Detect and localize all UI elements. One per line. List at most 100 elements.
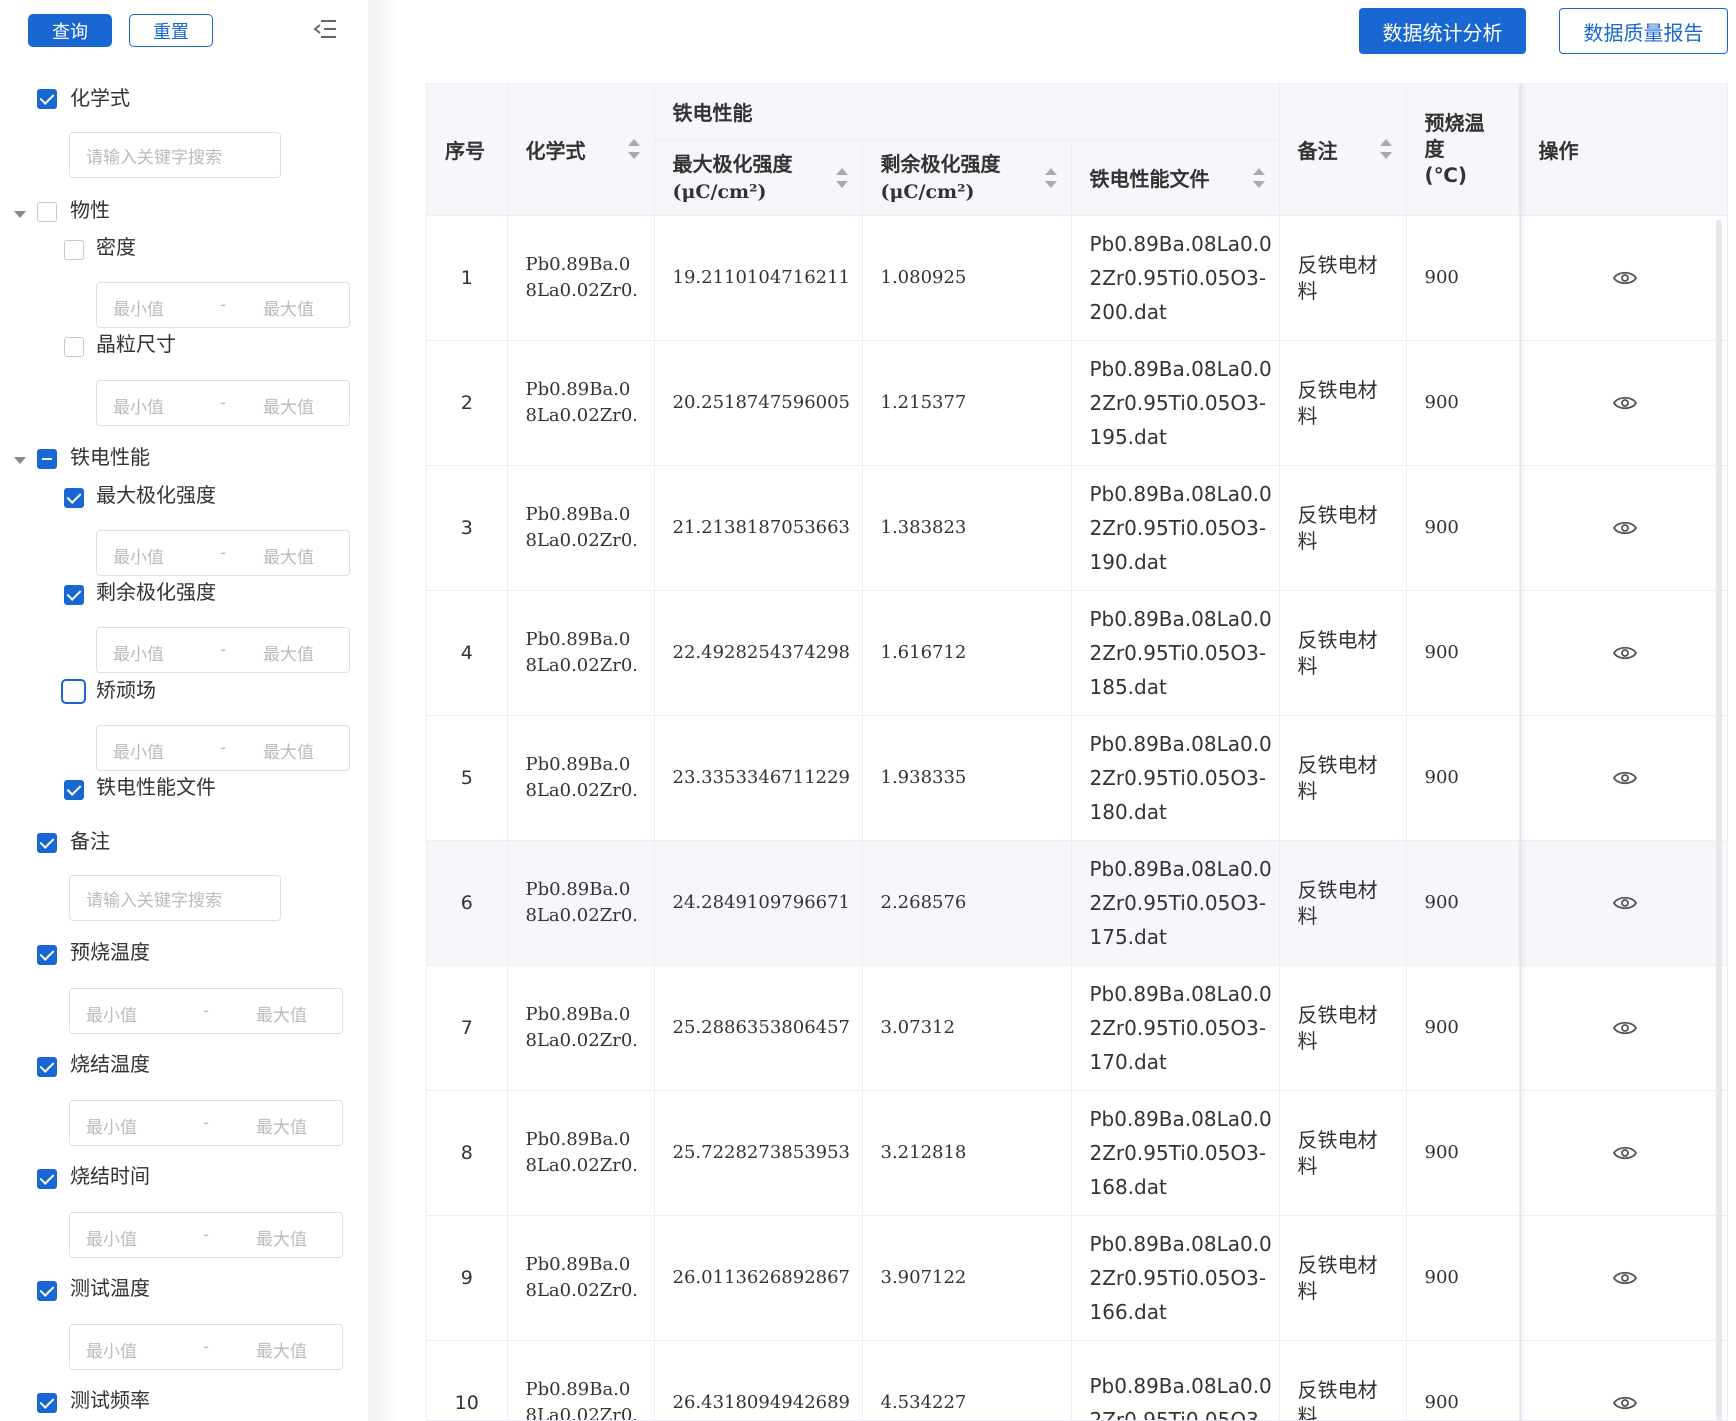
sort-icon[interactable] (1252, 166, 1265, 190)
max-pol-max[interactable]: 最大值 (263, 543, 314, 568)
density-checkbox[interactable] (64, 240, 84, 260)
eye-icon[interactable] (1612, 270, 1637, 286)
test-temp-max[interactable]: 最大值 (256, 1337, 307, 1362)
physical-checkbox[interactable] (37, 202, 57, 222)
ferro-checkbox[interactable] (37, 449, 57, 469)
cell-rem-pol: 1.616712 (862, 590, 1072, 716)
presinter-temp-range-input[interactable]: 最小值 - 最大值 (69, 988, 343, 1034)
table-row[interactable]: 7 Pb0.89Ba.0 8La0.02Zr0. 25.2886353806457 3.… (427, 965, 1727, 1091)
sinter-time-checkbox[interactable] (37, 1169, 57, 1189)
cell-action (1520, 340, 1727, 466)
test-temp-min[interactable]: 最小值 (86, 1337, 137, 1362)
eye-icon[interactable] (1612, 1020, 1637, 1036)
table-row[interactable]: 9 Pb0.89Ba.0 8La0.02Zr0. 26.0113626892867 3.… (427, 1215, 1727, 1341)
col-header-max-pol-unit: (μC/cm²) (672, 180, 767, 203)
sinter-time-min[interactable]: 最小值 (86, 1225, 137, 1250)
sort-icon[interactable] (835, 166, 848, 190)
cell-note-line: 料 (1297, 1028, 1318, 1053)
sinter-time-max[interactable]: 最大值 (256, 1225, 307, 1250)
sinter-temp-min[interactable]: 最小值 (86, 1113, 137, 1138)
density-range-input[interactable]: 最小值 - 最大值 (96, 282, 350, 328)
eye-icon[interactable] (1612, 1145, 1637, 1161)
ferro-label: 铁电性能 (70, 445, 150, 469)
grain-size-range-input[interactable]: 最小值 - 最大值 (96, 380, 350, 426)
table-row[interactable]: 4 Pb0.89Ba.0 8La0.02Zr0. 22.4928254374298 1.… (427, 590, 1727, 716)
query-button[interactable]: 查询 (28, 14, 112, 47)
sinter-time-sep: - (203, 1225, 210, 1245)
sinter-temp-max[interactable]: 最大值 (256, 1113, 307, 1138)
col-header-rem-pol[interactable]: 剩余极化强度 (μC/cm²) (862, 140, 1072, 216)
presinter-temp-max[interactable]: 最大值 (256, 1001, 307, 1026)
cell-note-line: 反铁电材 (1297, 502, 1378, 527)
grain-size-checkbox[interactable] (64, 337, 84, 357)
sort-icon[interactable] (627, 137, 640, 161)
table-row[interactable]: 2 Pb0.89Ba.0 8La0.02Zr0. 20.2518747596005 1.… (427, 340, 1727, 466)
max-pol-checkbox[interactable] (64, 488, 84, 508)
eye-icon[interactable] (1612, 645, 1637, 661)
rem-pol-checkbox[interactable] (64, 585, 84, 605)
eye-icon[interactable] (1612, 895, 1637, 911)
quality-report-button[interactable]: 数据质量报告 (1559, 8, 1728, 54)
stats-analysis-button[interactable]: 数据统计分析 (1359, 8, 1526, 54)
table-row[interactable]: 10 Pb0.89Ba.0 8La0.02Zr0. 26.4318094942689 4… (427, 1340, 1727, 1420)
col-header-formula[interactable]: 化学式 (507, 84, 655, 216)
col-header-ferro-file[interactable]: 铁电性能文件 (1071, 140, 1280, 216)
cell-formula: Pb0.89Ba.0 8La0.02Zr0. (507, 465, 655, 591)
grain-size-max[interactable]: 最大值 (263, 393, 314, 418)
coercive-checkbox[interactable] (61, 679, 86, 704)
max-pol-range-input[interactable]: 最小值 - 最大值 (96, 530, 350, 576)
ferro-expand-icon[interactable] (14, 457, 26, 464)
max-pol-min[interactable]: 最小值 (113, 543, 164, 568)
eye-icon[interactable] (1612, 520, 1637, 536)
cell-note-line: 反铁电材 (1297, 1127, 1378, 1152)
eye-icon[interactable] (1612, 770, 1637, 786)
collapse-left-icon[interactable] (312, 16, 338, 42)
test-freq-checkbox[interactable] (37, 1393, 57, 1413)
rem-pol-max[interactable]: 最大值 (263, 640, 314, 665)
cell-max-pol: 26.0113626892867 (654, 1215, 863, 1341)
ferro-file-checkbox[interactable] (64, 780, 84, 800)
sort-icon[interactable] (1379, 137, 1392, 161)
test-temp-range-input[interactable]: 最小值 - 最大值 (69, 1324, 343, 1370)
sort-icon[interactable] (1044, 166, 1057, 190)
cell-max-pol: 24.2849109796671 (654, 840, 863, 966)
cell-note: 反铁电材料 (1279, 215, 1407, 341)
physical-expand-icon[interactable] (14, 211, 26, 218)
test-temp-checkbox[interactable] (37, 1281, 57, 1301)
eye-icon[interactable] (1612, 395, 1637, 411)
cell-action (1520, 590, 1727, 716)
coercive-max[interactable]: 最大值 (263, 738, 314, 763)
density-max[interactable]: 最大值 (263, 295, 314, 320)
sinter-time-range-input[interactable]: 最小值 - 最大值 (69, 1212, 343, 1258)
grain-size-min[interactable]: 最小值 (113, 393, 164, 418)
table-row[interactable]: 5 Pb0.89Ba.0 8La0.02Zr0. 23.3353346711229 1.… (427, 715, 1727, 841)
col-header-note[interactable]: 备注 (1279, 84, 1407, 216)
sinter-temp-range-input[interactable]: 最小值 - 最大值 (69, 1100, 343, 1146)
cell-max-pol: 21.2138187053663 (654, 465, 863, 591)
note-checkbox[interactable] (37, 833, 57, 853)
table-row[interactable]: 1 Pb0.89Ba.0 8La0.02Zr0. 19.2110104716211 1.… (427, 215, 1727, 341)
coercive-min[interactable]: 最小值 (113, 738, 164, 763)
table-row[interactable]: 8 Pb0.89Ba.0 8La0.02Zr0. 25.7228273853953 3.… (427, 1090, 1727, 1216)
reset-button[interactable]: 重置 (129, 14, 213, 47)
data-table: 序号 化学式 铁电性能 备注 预烧温度 (℃) 操作 最大极化强度 (μC/cm²)… (426, 83, 1728, 1421)
chemical-formula-search-input[interactable]: 请输入关键字搜索 (69, 132, 281, 178)
col-header-max-pol[interactable]: 最大极化强度 (μC/cm²) (654, 140, 863, 216)
eye-icon[interactable] (1612, 1270, 1637, 1286)
test-temp-sep: - (203, 1337, 210, 1357)
cell-rem-pol: 3.212818 (862, 1090, 1072, 1216)
density-min[interactable]: 最小值 (113, 295, 164, 320)
rem-pol-min[interactable]: 最小值 (113, 640, 164, 665)
presinter-temp-min[interactable]: 最小值 (86, 1001, 137, 1026)
rem-pol-range-input[interactable]: 最小值 - 最大值 (96, 627, 350, 673)
eye-icon[interactable] (1612, 1395, 1637, 1411)
note-search-input[interactable]: 请输入关键字搜索 (69, 875, 281, 921)
cell-file-line: Pb0.89Ba.08La0.0 (1089, 1373, 1272, 1398)
chemical-formula-checkbox[interactable] (37, 89, 57, 109)
sinter-temp-checkbox[interactable] (37, 1057, 57, 1077)
table-row[interactable]: 3 Pb0.89Ba.0 8La0.02Zr0. 21.2138187053663 1.… (427, 465, 1727, 591)
table-row[interactable]: 6 Pb0.89Ba.0 8La0.02Zr0. 24.2849109796671 2.… (427, 840, 1727, 966)
table-scrollbar[interactable] (1716, 220, 1722, 1420)
coercive-range-input[interactable]: 最小值 - 最大值 (96, 725, 350, 771)
presinter-temp-checkbox[interactable] (37, 945, 57, 965)
